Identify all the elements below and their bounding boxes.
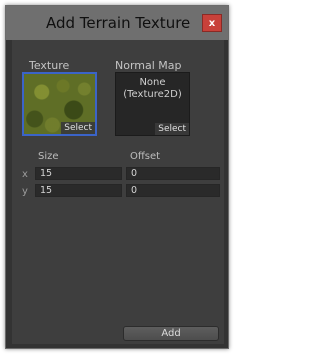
normal-map-slot[interactable]: None (Texture2D) Select [115,72,190,136]
offset-x-field[interactable]: 0 [126,167,220,180]
y-axis-label: y [22,186,28,197]
close-button[interactable]: x [202,14,222,32]
normal-map-none-text: None [139,77,166,88]
normal-map-type-text: (Texture2D) [123,89,182,100]
texture-select-button[interactable]: Select [61,122,95,134]
size-y-field[interactable]: 15 [35,184,122,197]
size-x-field[interactable]: 15 [35,167,122,180]
dialog-body: Texture Normal Map Select None (Texture2… [12,40,224,344]
texture-slot[interactable]: Select [22,72,97,136]
dialog-window: Add Terrain Texture x Texture Normal Map… [5,5,229,349]
normal-map-select-button[interactable]: Select [155,123,189,135]
offset-label: Offset [130,151,161,162]
x-axis-label: x [22,169,28,180]
normal-map-label: Normal Map [115,59,182,72]
offset-y-field[interactable]: 0 [126,184,220,197]
title-bar[interactable]: Add Terrain Texture x [6,6,228,40]
normal-map-placeholder: None (Texture2D) [116,77,189,101]
texture-label: Texture [29,59,70,72]
add-button[interactable]: Add [123,326,219,341]
window-title: Add Terrain Texture [46,14,191,32]
size-label: Size [38,151,59,162]
